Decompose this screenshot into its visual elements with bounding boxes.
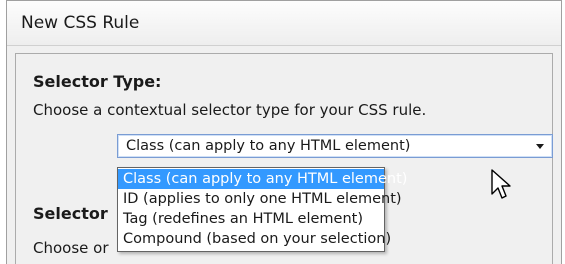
selector-type-heading: Selector Type: xyxy=(33,72,162,91)
mouse-pointer-icon xyxy=(491,169,511,199)
dropdown-option-class[interactable]: Class (can apply to any HTML element) xyxy=(118,169,407,189)
selector-type-dropdown-list: Class (can apply to any HTML element) ID… xyxy=(117,167,407,252)
dialog-title: New CSS Rule xyxy=(21,13,140,33)
selector-name-heading: Selector xyxy=(33,204,108,223)
selector-type-select[interactable]: Class (can apply to any HTML element) xyxy=(117,134,553,158)
dropdown-option-tag[interactable]: Tag (redefines an HTML element) xyxy=(118,209,384,229)
selector-type-selected-value: Class (can apply to any HTML element) xyxy=(126,138,411,154)
selector-type-description: Choose a contextual selector type for yo… xyxy=(33,101,427,119)
selector-name-description: Choose or xyxy=(33,239,109,257)
dropdown-option-compound[interactable]: Compound (based on your selection) xyxy=(118,229,391,249)
dialog-titlebar[interactable]: New CSS Rule xyxy=(7,1,561,46)
chevron-down-icon[interactable] xyxy=(536,144,544,149)
dropdown-option-id[interactable]: ID (applies to only one HTML element) xyxy=(118,189,402,209)
